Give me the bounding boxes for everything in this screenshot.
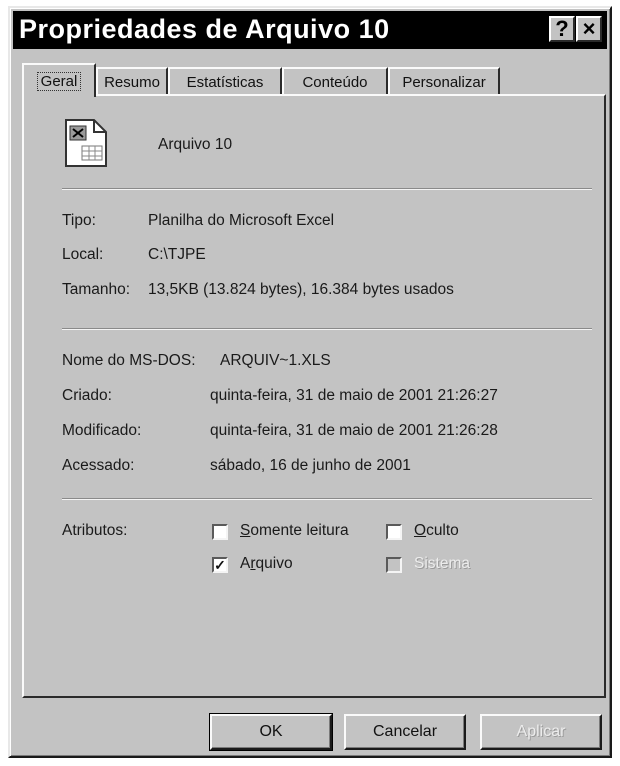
acessado-value: sábado, 16 de junho de 2001 (210, 457, 411, 474)
cancelar-button[interactable]: Cancelar (344, 714, 466, 750)
separator (62, 188, 592, 190)
help-button[interactable]: ? (549, 16, 575, 42)
title-bar[interactable]: Propriedades de Arquivo 10 ? × (13, 11, 607, 49)
window-title: Propriedades de Arquivo 10 (19, 14, 390, 44)
somente-leitura-checkbox[interactable] (212, 524, 228, 540)
properties-dialog: Propriedades de Arquivo 10 ? × Geral Res… (8, 6, 612, 758)
local-label: Local: (62, 246, 104, 263)
tab-conteudo[interactable]: Conteúdo (282, 67, 388, 95)
tab-estatisticas[interactable]: Estatísticas (168, 67, 282, 95)
close-button[interactable]: × (576, 16, 602, 42)
modificado-value: quinta-feira, 31 de maio de 2001 21:26:2… (210, 422, 498, 439)
modificado-label: Modificado: (62, 422, 142, 439)
msdos-label: Nome do MS-DOS: (62, 352, 196, 369)
msdos-value: ARQUIV~1.XLS (220, 352, 331, 369)
ok-button[interactable]: OK (209, 713, 333, 751)
tab-resumo[interactable]: Resumo (96, 67, 168, 95)
oculto-checkbox[interactable] (386, 524, 402, 540)
tamanho-value: 13,5KB (13.824 bytes), 16.384 bytes usad… (148, 281, 454, 298)
oculto-label[interactable]: Oculto (414, 522, 459, 540)
separator (62, 328, 592, 330)
tipo-label: Tipo: (62, 212, 96, 229)
general-tab-panel: Arquivo 10 Tipo: Planilha do Microsoft E… (22, 94, 606, 698)
local-value: C:\TJPE (148, 246, 206, 263)
aplicar-button: Aplicar (480, 714, 602, 750)
sistema-checkbox (386, 557, 402, 573)
arquivo-label[interactable]: Arquivo (240, 555, 293, 573)
tipo-value: Planilha do Microsoft Excel (148, 212, 335, 229)
excel-file-icon (65, 119, 107, 167)
arquivo-checkbox[interactable]: ✓ (212, 557, 228, 573)
sistema-label: Sistema (414, 555, 470, 572)
tamanho-label: Tamanho: (62, 281, 131, 298)
criado-value: quinta-feira, 31 de maio de 2001 21:26:2… (210, 387, 498, 404)
file-name: Arquivo 10 (158, 136, 233, 153)
acessado-label: Acessado: (62, 457, 135, 474)
tab-geral[interactable]: Geral (22, 63, 96, 97)
somente-leitura-label[interactable]: Somente leitura (240, 522, 349, 540)
criado-label: Criado: (62, 387, 112, 404)
atributos-label: Atributos: (62, 522, 128, 539)
tab-personalizar[interactable]: Personalizar (388, 67, 500, 95)
separator (62, 498, 592, 500)
